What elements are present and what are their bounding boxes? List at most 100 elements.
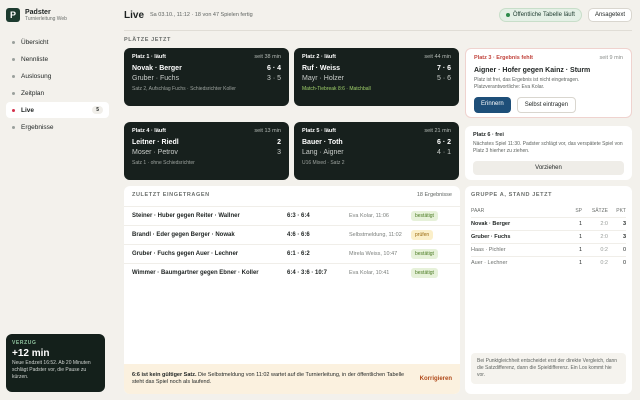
score-1: 7 · 6	[436, 65, 451, 72]
pkt-cell: 0	[622, 260, 626, 266]
page-title: Live	[124, 9, 145, 21]
status-badge: bestätigt	[411, 268, 438, 278]
court-card-5[interactable]: Platz 5 · läuft seit 21 min Bauer · Toth 6…	[294, 122, 459, 180]
score-1: 2	[277, 139, 281, 146]
dot-icon	[12, 40, 15, 44]
court-card-1[interactable]: Platz 1 · läuft seit 38 min Novak · Berge…	[124, 48, 289, 106]
remind-button[interactable]: Erinnern	[474, 97, 511, 113]
status-badge: prüfen	[411, 230, 434, 240]
score-2: 3	[277, 149, 281, 156]
header-saetze: SÄTZE	[591, 207, 608, 214]
court-name: Platz 1 · läuft	[132, 54, 166, 60]
table-row[interactable]: Brandl · Eder gegen Berger · Nowak 4:6 · …	[124, 225, 460, 244]
team-2: Mayr · Holzer	[302, 75, 345, 82]
team-2: Lang · Aigner	[302, 149, 344, 156]
court-name: Platz 4 · läuft	[132, 128, 166, 134]
match-cell: Wimmer · Baumgartner gegen Ebner · Kolle…	[132, 270, 259, 276]
enter-result-button[interactable]: Selbst eintragen	[516, 97, 577, 113]
score-2: 3 · 5	[266, 75, 281, 82]
standings-row: Auer · Lechner 1 0:2 0	[471, 256, 626, 269]
nav-label: Ergebnisse	[21, 123, 54, 131]
team-1: Leitner · Riedl	[132, 139, 179, 146]
pair-cell: Novak · Berger	[471, 221, 511, 227]
free-court-card: Platz 6 · frei Nächstes Spiel 11:30. Pad…	[465, 126, 632, 180]
court-name: Platz 2 · läuft	[302, 54, 336, 60]
who-cell: Eva Kolar, 10:41	[349, 270, 390, 276]
header-sp: SP	[575, 207, 582, 214]
court-card-2[interactable]: Platz 2 · läuft seit 44 min Ruf · Weiss 7 …	[294, 48, 459, 106]
score-2: 4 · 1	[436, 149, 451, 156]
saetze-cell: 0:2	[600, 260, 608, 266]
team-1: Bauer · Toth	[302, 139, 343, 146]
court-note: Match-Tiebreak 8:6 · Matchball	[302, 86, 371, 92]
nav-item-live[interactable]: Live 5	[6, 102, 109, 118]
court-time: seit 44 min	[424, 54, 451, 60]
sp-cell: 1	[578, 234, 582, 240]
page-subtitle: Sa 03.10., 11:12 · 18 von 47 Spielen fer…	[150, 12, 253, 18]
header-pkt: PKT	[616, 207, 626, 214]
dot-icon	[12, 74, 15, 78]
live-dot-icon	[12, 108, 15, 112]
brand-name: Padster	[25, 8, 51, 16]
nav-item-nennliste[interactable]: Nennliste	[6, 51, 109, 67]
dot-icon	[12, 91, 15, 95]
standings-panel: GRUPPE A, STAND JETZT PAAR SP SÄTZE PKT Nov…	[465, 186, 632, 394]
nav-item-ergebnisse[interactable]: Ergebnisse	[6, 119, 109, 135]
table-row[interactable]: Gruber · Fuchs gegen Auer · Lechner 6:1 ·…	[124, 244, 460, 263]
brand-subtitle: Turnierleitung Web	[25, 15, 67, 22]
logo: P	[6, 8, 20, 22]
score-cell: 6:4 · 3:6 · 10:7	[287, 270, 328, 276]
dot-icon	[12, 125, 15, 129]
score-2: 5 · 6	[436, 75, 451, 82]
court-card-4[interactable]: Platz 4 · läuft seit 13 min Leitner · Rie…	[124, 122, 289, 180]
nav-label: Live	[21, 106, 35, 114]
table-row[interactable]: Wimmer · Baumgartner gegen Ebner · Kolle…	[124, 263, 460, 282]
header-pair: PAAR	[471, 207, 485, 214]
nav-item-zeitplan[interactable]: Zeitplan	[6, 85, 109, 101]
invalid-score-warning: 6:6 ist kein gültiger Satz. Die Selbstme…	[124, 364, 460, 394]
sidebar: P Padster Turnierleitung Web Übersicht N…	[0, 0, 115, 400]
pkt-cell: 3	[622, 234, 626, 240]
court-time: seit 21 min	[424, 128, 451, 134]
header: Live Sa 03.10., 11:12 · 18 von 47 Spiele…	[124, 6, 632, 24]
nav-badge: 5	[92, 106, 103, 114]
section-label: PLÄTZE JETZT	[124, 37, 171, 43]
move-forward-button[interactable]: Vorziehen	[473, 161, 624, 175]
live-status-icon	[505, 13, 510, 17]
saetze-cell: 2:0	[600, 234, 608, 240]
score-cell: 6:1 · 6:2	[287, 251, 310, 257]
tiebreak-note: Bei Punktgleichheit entscheidet erst der…	[471, 353, 626, 384]
table-row[interactable]: Steiner · Huber gegen Reiter · Wallner 6:…	[124, 206, 460, 225]
pair-cell: Haas · Pichler	[471, 247, 506, 253]
standings-title: GRUPPE A, STAND JETZT	[471, 192, 553, 198]
pkt-cell: 0	[622, 247, 626, 253]
free-text: Nächstes Spiel 11:30. Padster schlägt vo…	[473, 141, 623, 154]
alert-time: seit 9 min	[599, 55, 623, 61]
warning-text: 6:6 ist kein gültiger Satz. Die Selbstme…	[132, 372, 412, 387]
score-cell: 6:3 · 6:4	[287, 213, 310, 219]
sp-cell: 1	[578, 260, 582, 266]
court-note: U16 Mixed · Satz 2	[302, 160, 345, 166]
team-1: Ruf · Weiss	[302, 65, 340, 72]
standings-row: Gruber · Fuchs 1 2:0 3	[471, 230, 626, 243]
match-cell: Steiner · Huber gegen Reiter · Wallner	[132, 213, 240, 219]
score-1: 6 · 2	[436, 139, 451, 146]
missing-result-card: Platz 3 · Ergebnis fehlt seit 9 min Aigne…	[465, 48, 632, 118]
status-badge: bestätigt	[411, 249, 438, 259]
saetze-cell: 2:0	[600, 221, 608, 227]
sp-cell: 1	[578, 221, 582, 227]
saetze-cell: 0:2	[600, 247, 608, 253]
score-1: 6 · 4	[266, 65, 281, 72]
standings-row: Novak · Berger 1 2:0 3	[471, 217, 626, 230]
team-2: Moser · Petrov	[132, 149, 178, 156]
announcement-button[interactable]: Ansagetext	[587, 8, 632, 22]
nav-item-auslosung[interactable]: Auslosung	[6, 68, 109, 84]
nav-item-uebersicht[interactable]: Übersicht	[6, 34, 109, 50]
correct-button[interactable]: Korrigieren	[420, 376, 452, 382]
match-cell: Brandl · Eder gegen Berger · Nowak	[132, 232, 235, 238]
brand: P Padster Turnierleitung Web	[6, 8, 109, 22]
nav-label: Auslosung	[21, 72, 52, 80]
delay-card: VERZUG +12 min Neue Endzeit 16:52. Ab 20…	[6, 334, 105, 392]
who-cell: Selbstmeldung, 11:02	[349, 232, 402, 238]
team-2: Gruber · Fuchs	[132, 75, 180, 82]
